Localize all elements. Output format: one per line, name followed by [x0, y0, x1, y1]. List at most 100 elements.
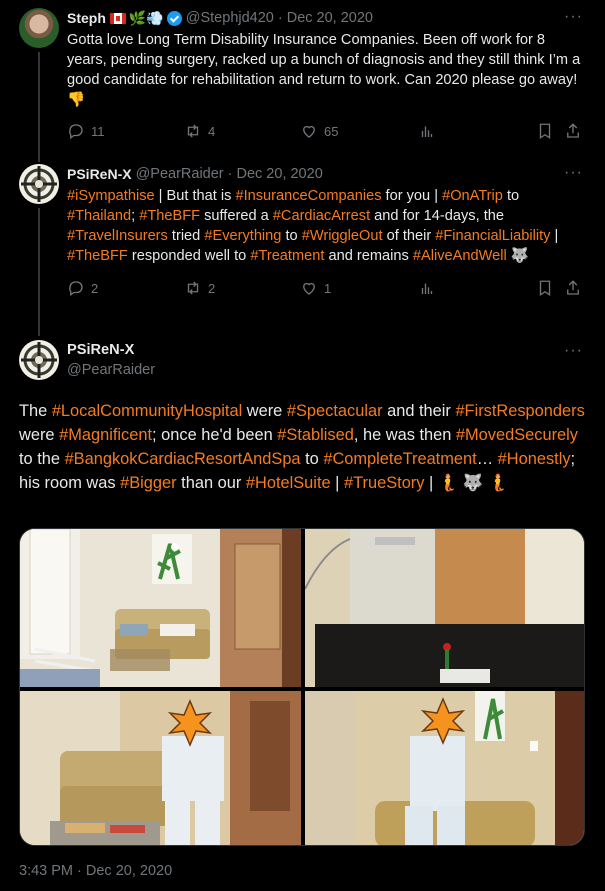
avatar[interactable] [19, 164, 59, 204]
more-options-icon[interactable]: ··· [564, 342, 583, 360]
analytics-icon [421, 283, 433, 294]
tweet-date[interactable]: · Dec 20, 2020 [278, 8, 373, 28]
hashtag-link[interactable]: #OnATrip [442, 188, 503, 204]
text-segment: were [19, 426, 60, 444]
hashtag-link[interactable]: #Bigger [120, 474, 177, 492]
hashtag-link[interactable]: #FinancialLiability [435, 228, 550, 244]
handle[interactable]: @PearRaider [136, 164, 224, 184]
share-button[interactable] [564, 279, 582, 297]
hashtag-link[interactable]: #Treatment [250, 248, 324, 264]
hashtag-link[interactable]: #Spectacular [287, 402, 383, 420]
hashtag-link[interactable]: #HotelSuite [246, 474, 331, 492]
text-segment: | [550, 228, 559, 244]
retweet-button[interactable]: 2 [184, 279, 215, 297]
like-count: 65 [324, 123, 339, 139]
hashtag-link[interactable]: #AliveAndWell [413, 248, 507, 264]
share-button[interactable] [564, 122, 582, 140]
like-button[interactable]: 65 [300, 122, 338, 140]
hashtag-link[interactable]: #Honestly [498, 450, 571, 468]
text-segment: for you | [381, 188, 443, 204]
retweet-count: 4 [208, 123, 216, 139]
bookmark-button[interactable] [536, 122, 554, 140]
text-segment: ; [131, 208, 140, 224]
tweet-text: #iSympathise | But that is #InsuranceCom… [67, 186, 587, 266]
hashtag-link[interactable]: #BangkokCardiacResortAndSpa [65, 450, 301, 468]
views-button[interactable] [418, 122, 436, 140]
text-segment: to [300, 450, 324, 468]
display-name[interactable]: Steph [67, 8, 106, 28]
hashtag-link[interactable]: #Thailand [67, 208, 131, 224]
retweet-button[interactable]: 4 [184, 122, 215, 140]
handle[interactable]: @Stephjd420 [186, 8, 274, 28]
text-segment: ; once he'd been [152, 426, 278, 444]
herb-icon: 🌿 [128, 10, 147, 26]
thread-connector [38, 52, 40, 162]
like-count: 1 [324, 280, 332, 296]
heart-icon [303, 125, 315, 138]
analytics-icon [421, 126, 433, 137]
photo-2[interactable] [305, 529, 584, 687]
text-segment: The [19, 402, 52, 420]
tweet-psiren-reply[interactable]: PSiReN-X @PearRaider · Dec 20, 2020 #iSy… [0, 164, 605, 299]
like-button[interactable]: 1 [300, 279, 331, 297]
avatar[interactable] [19, 340, 59, 380]
text-segment: to [281, 228, 302, 244]
hashtag-link[interactable]: #Stablised [277, 426, 354, 444]
photo-3[interactable] [20, 691, 301, 845]
main-tweet[interactable]: PSiReN-X @PearRaider ··· The #LocalCommu… [0, 340, 605, 879]
more-options-icon[interactable]: ··· [564, 8, 583, 26]
wind-icon: 💨 [146, 10, 164, 26]
hashtag-link[interactable]: #CompleteTreatment [323, 450, 476, 468]
reply-icon [69, 281, 83, 297]
tweet-date[interactable]: · Dec 20, 2020 [228, 164, 323, 184]
hashtag-link[interactable]: #FirstResponders [455, 402, 584, 420]
hashtag-link[interactable]: #InsuranceCompanies [235, 188, 381, 204]
views-button[interactable] [418, 279, 436, 297]
avatar[interactable] [19, 8, 59, 48]
text-segment: | But that is [154, 188, 236, 204]
more-options-icon[interactable]: ··· [564, 164, 583, 182]
photo-1[interactable] [20, 529, 301, 687]
reply-icon [69, 124, 83, 140]
share-icon [567, 280, 579, 295]
retweet-icon [187, 124, 199, 138]
handle[interactable]: @PearRaider [67, 360, 155, 380]
reply-count: 11 [91, 123, 105, 139]
display-name[interactable]: PSiReN-X [67, 340, 155, 360]
display-name[interactable]: PSiReN-X [67, 164, 132, 184]
text-segment: of their [382, 228, 436, 244]
tweet-timestamp[interactable]: 3:43 PM · Dec 20, 2020 [19, 863, 172, 879]
text-segment: suffered a [200, 208, 273, 224]
text-segment: than our [176, 474, 246, 492]
tweet-actions: 11 4 65 [67, 122, 587, 142]
text-segment: and their [382, 402, 456, 420]
hashtag-link[interactable]: #CardiacArrest [273, 208, 370, 224]
bookmark-icon [539, 280, 551, 297]
tweet-text: Gotta love Long Term Disability Insuranc… [67, 32, 581, 108]
reply-button[interactable]: 11 [67, 122, 105, 140]
text-segment: 🐺 [506, 248, 529, 264]
hashtag-link[interactable]: #WriggleOut [302, 228, 383, 244]
tweet-text: The #LocalCommunityHospital were #Specta… [19, 399, 589, 495]
hashtag-link[interactable]: #LocalCommunityHospital [52, 402, 242, 420]
retweet-icon [187, 281, 199, 295]
hashtag-link[interactable]: #TheBFF [139, 208, 200, 224]
photo-4[interactable] [305, 691, 584, 845]
hashtag-link[interactable]: #TravelInsurers [67, 228, 168, 244]
reply-button[interactable]: 2 [67, 279, 98, 297]
hashtag-link[interactable]: #TrueStory [344, 474, 424, 492]
text-segment: … [476, 450, 498, 468]
retweet-count: 2 [208, 280, 216, 296]
text-segment: responded well to [127, 248, 251, 264]
hashtag-link[interactable]: #iSympathise [67, 188, 155, 204]
hashtag-link[interactable]: #TheBFF [67, 248, 128, 264]
hashtag-link[interactable]: #Everything [204, 228, 281, 244]
text-segment: were [242, 402, 287, 420]
hashtag-link[interactable]: #MovedSecurely [456, 426, 578, 444]
reply-count: 2 [91, 280, 99, 296]
text-segment: tried [167, 228, 205, 244]
heart-icon [303, 282, 315, 295]
hashtag-link[interactable]: #Magnificent [59, 426, 152, 444]
bookmark-button[interactable] [536, 279, 554, 297]
tweet-steph[interactable]: Steph 🌿 💨 @Stephjd420 · Dec 20, 2020 Got… [0, 8, 605, 142]
